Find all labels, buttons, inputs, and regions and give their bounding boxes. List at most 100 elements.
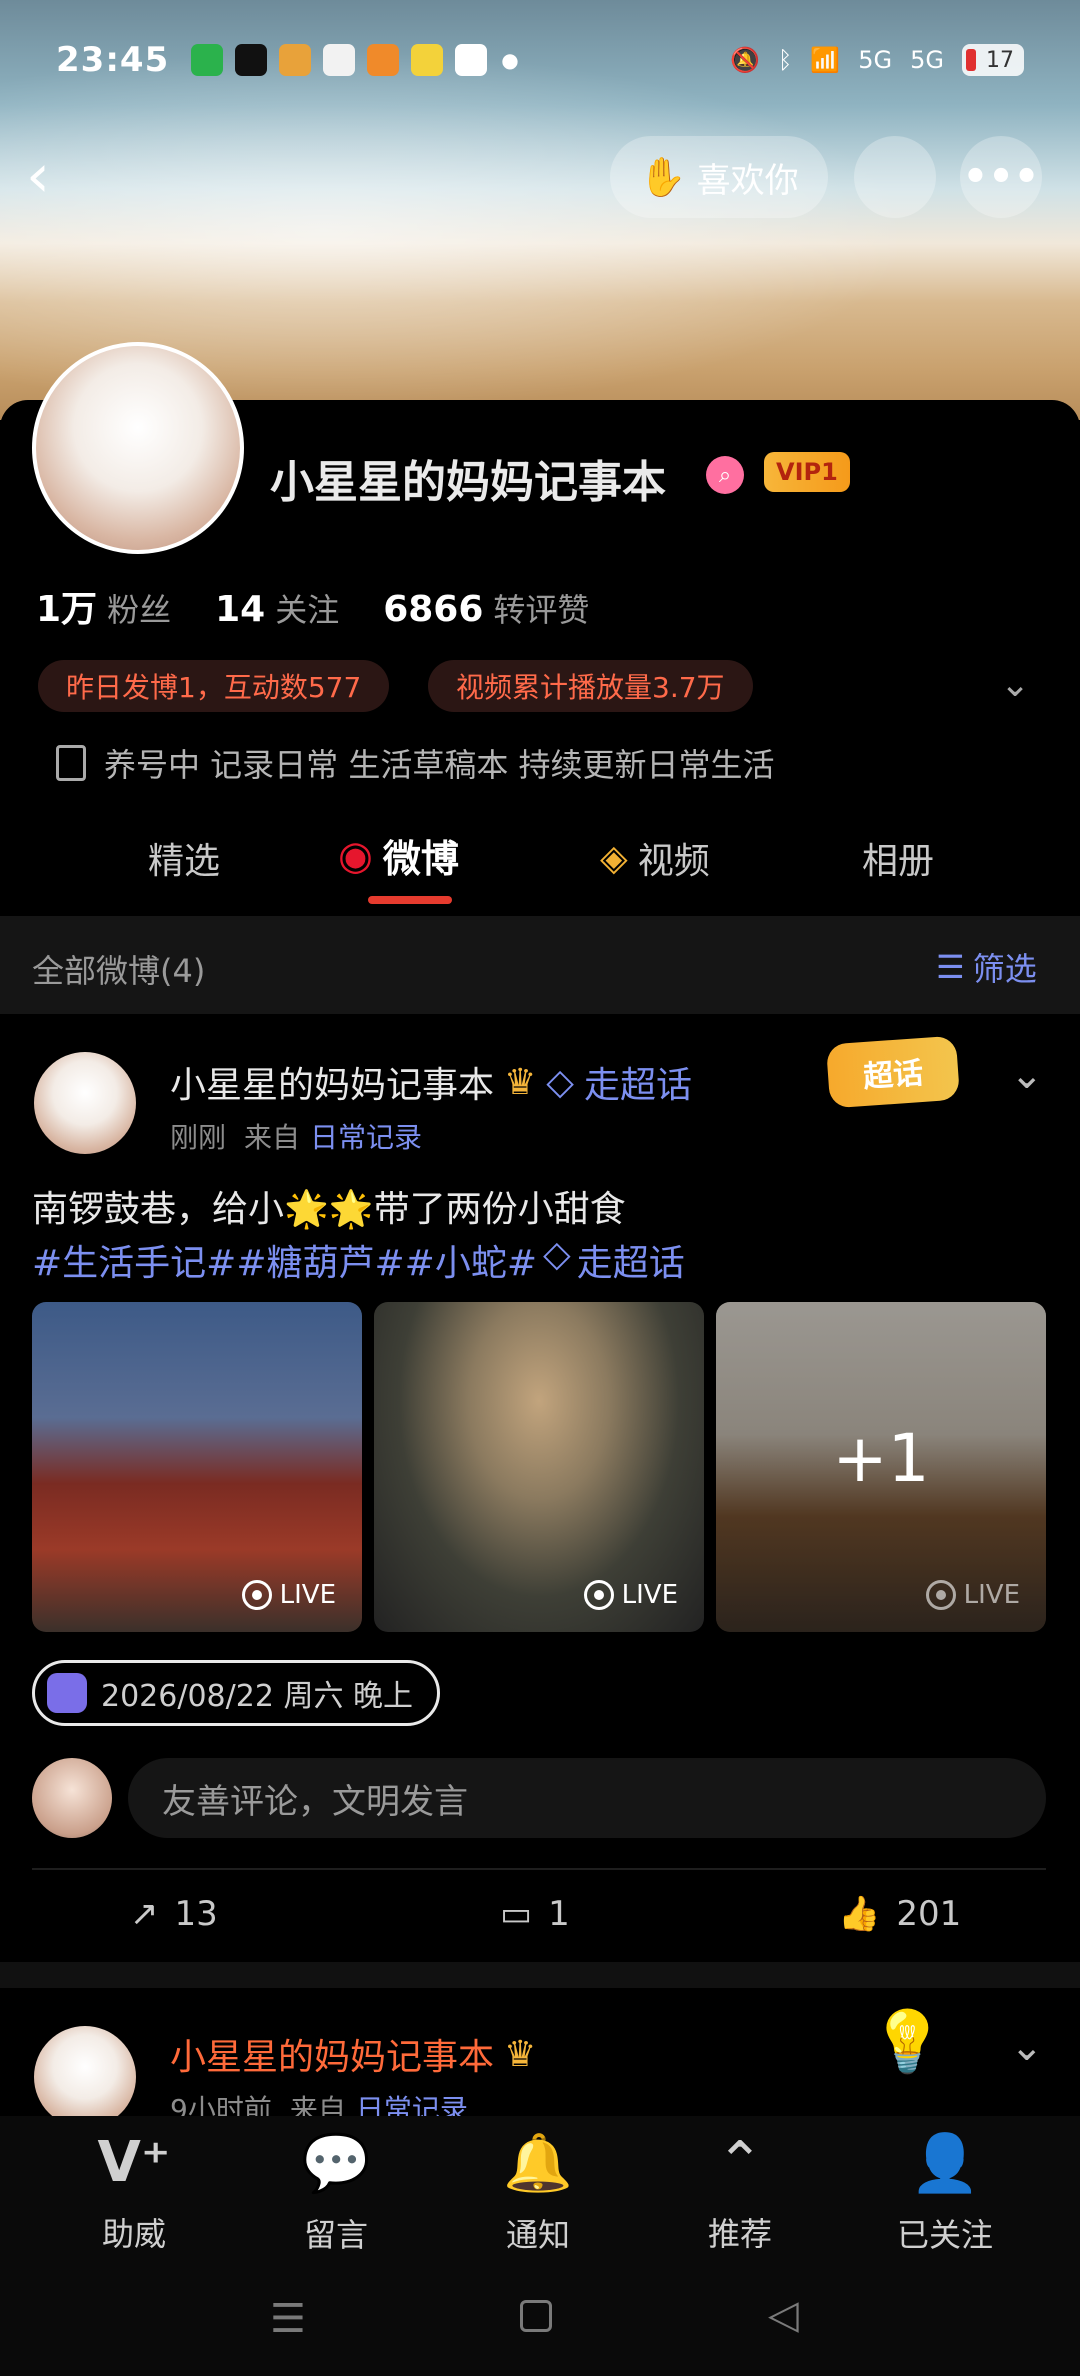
hand-icon: ✋ [639, 154, 687, 199]
likes-label: 转评赞 [493, 591, 590, 629]
profile-name: 小星星的妈妈记事本 [270, 457, 666, 508]
dot-icon: ● [501, 48, 519, 72]
live-icon [241, 1580, 272, 1610]
post-photo[interactable]: LIVE [374, 1302, 704, 1632]
post-author-avatar[interactable] [34, 1052, 136, 1154]
follow-count[interactable]: 14 [215, 589, 265, 630]
activity-pill[interactable]: 昨日发博1，互动数577 [38, 660, 390, 712]
recent-apps-button[interactable]: ☰ [270, 2296, 306, 2342]
comment-input[interactable]: 友善评论，文明发言 [128, 1758, 1046, 1838]
post-header: 小星星的妈妈记事本 ♛ ◇ 走超话 [170, 1056, 692, 1108]
tab-album[interactable]: 相册 [862, 832, 934, 884]
video-eye-icon: ◈ [600, 837, 628, 879]
video-plays-pill[interactable]: 视频累计播放量3.7万 [428, 660, 753, 712]
current-user-avatar [32, 1758, 112, 1838]
home-button[interactable] [520, 2300, 552, 2332]
nav-label: 通知 [505, 2216, 570, 2254]
all-posts-label[interactable]: 全部微博(4) [32, 946, 205, 992]
profile-stats: 1万 粉丝 14 关注 6866 转评赞 [36, 580, 589, 632]
repost-button[interactable]: ↗ 13 [130, 1894, 218, 1934]
post-tags[interactable]: #生活手记##糖葫芦##小蛇# ◇ 走超话 [32, 1234, 685, 1286]
tab-video[interactable]: ◈ 视频 [600, 832, 710, 884]
nav-cheer[interactable]: V⁺ 助威 [84, 2130, 184, 2255]
live-label: LIVE [621, 1580, 678, 1610]
message-icon: 💬 [301, 2131, 371, 2196]
live-badge: LIVE [925, 1580, 1020, 1610]
follow-label: 关注 [275, 591, 340, 629]
post-menu-chevron-icon[interactable]: ⌄ [1010, 2024, 1044, 2070]
live-label: LIVE [963, 1580, 1020, 1610]
post-photo[interactable]: +1 LIVE [716, 1302, 1046, 1632]
date-tag[interactable]: 2026/08/22 周六 晚上 [32, 1660, 440, 1726]
live-icon [583, 1580, 614, 1610]
fans-count[interactable]: 1万 [36, 580, 97, 632]
crown-icon: ♛ [504, 2033, 537, 2075]
app-icon [411, 44, 444, 76]
comment-icon: ▭ [500, 1894, 533, 1934]
more-button[interactable]: ••• [960, 136, 1042, 218]
post-menu-chevron-icon[interactable]: ⌄ [1010, 1052, 1044, 1098]
battery-icon: 17 [962, 44, 1024, 76]
nav-following[interactable]: 👤 已关注 [880, 2130, 1010, 2256]
nav-recommend[interactable]: ⌃ 推荐 [690, 2130, 790, 2255]
recommend-icon: ⌃ [716, 2130, 764, 2195]
supertopic-link[interactable]: 走超话 [584, 1056, 692, 1108]
more-icon: ••• [962, 154, 1040, 200]
live-badge: LIVE [583, 1580, 678, 1610]
supertopic-badge[interactable]: 超话 [825, 1035, 961, 1109]
signal-icon: 5G [858, 46, 893, 74]
like-you-label: 喜欢你 [696, 160, 799, 201]
vip-badge[interactable]: VIP1 [764, 452, 850, 492]
bio-text: 养号中 记录日常 生活草稿本 持续更新日常生活 [104, 746, 775, 784]
crown-icon: ♛ [504, 1061, 537, 1103]
date-tag-label: 2026/08/22 周六 晚上 [101, 1679, 413, 1714]
bluetooth-icon: ᛒ [777, 46, 793, 74]
bell-icon: 🔔 [503, 2131, 573, 2196]
tab-weibo[interactable]: ◉ 微博 [338, 828, 459, 883]
tags-supertopic-link[interactable]: 走超话 [577, 1234, 685, 1286]
profile-avatar[interactable] [32, 342, 244, 554]
post-separator [0, 1962, 1080, 1988]
from-label: 来自 [244, 1121, 301, 1154]
nav-label: 助威 [101, 2215, 166, 2253]
tab-label: 微博 [382, 837, 459, 881]
diamond-icon: ◇ [543, 1234, 571, 1275]
comment-button[interactable]: ▭ 1 [500, 1894, 570, 1934]
live-label: LIVE [279, 1580, 336, 1610]
tab-label: 相册 [862, 841, 935, 882]
likes-count: 6866 [383, 589, 484, 630]
battery-level: 17 [986, 47, 1014, 73]
hashtags[interactable]: #生活手记##糖葫芦##小蛇# [32, 1234, 537, 1286]
nav-notify[interactable]: 🔔 通知 [488, 2130, 588, 2256]
like-button[interactable]: 👍 201 [838, 1894, 961, 1934]
diamond-icon: ◇ [546, 1061, 574, 1103]
status-time: 23:45 [56, 40, 170, 80]
calendar-icon [47, 1673, 87, 1713]
share-button[interactable] [854, 136, 936, 218]
expand-chevron-icon[interactable]: ⌄ [1000, 664, 1030, 705]
system-back-button[interactable]: ◁ [768, 2292, 799, 2338]
status-bar: 23:45 ● 🔕 ᛒ 📶 5G 5G 17 [0, 0, 1080, 120]
thumbs-up-icon: 👍 [838, 1894, 881, 1934]
wifi-icon: 📶 [810, 46, 841, 74]
post-photo[interactable]: LIVE [32, 1302, 362, 1632]
nav-label: 已关注 [896, 2216, 993, 2254]
post-meta: 刚刚 来自 日常记录 [170, 1116, 422, 1156]
tab-label: 视频 [637, 841, 710, 882]
bio: 养号中 记录日常 生活草稿本 持续更新日常生活 [56, 740, 775, 786]
repost-icon: ↗ [130, 1894, 159, 1934]
post-author-name[interactable]: 小星星的妈妈记事本 [170, 2028, 494, 2080]
back-button[interactable]: ‹ [26, 146, 76, 206]
post-source[interactable]: 日常记录 [310, 1116, 422, 1156]
filter-button[interactable]: ☰ 筛选 [936, 944, 1037, 990]
lamp-icon: 💡 [870, 2007, 945, 2077]
search-badge-icon: ⌕ [706, 456, 744, 494]
like-you-button[interactable]: ✋ 喜欢你 [610, 136, 828, 218]
nav-message[interactable]: 💬 留言 [286, 2130, 386, 2256]
weibo-logo-icon: ◉ [338, 832, 373, 879]
tab-featured[interactable]: 精选 [148, 832, 220, 884]
weibo-icon [279, 44, 312, 76]
repost-count: 13 [174, 1894, 218, 1934]
post-author-avatar[interactable] [34, 2026, 136, 2128]
post-author-name[interactable]: 小星星的妈妈记事本 [170, 1056, 494, 1108]
